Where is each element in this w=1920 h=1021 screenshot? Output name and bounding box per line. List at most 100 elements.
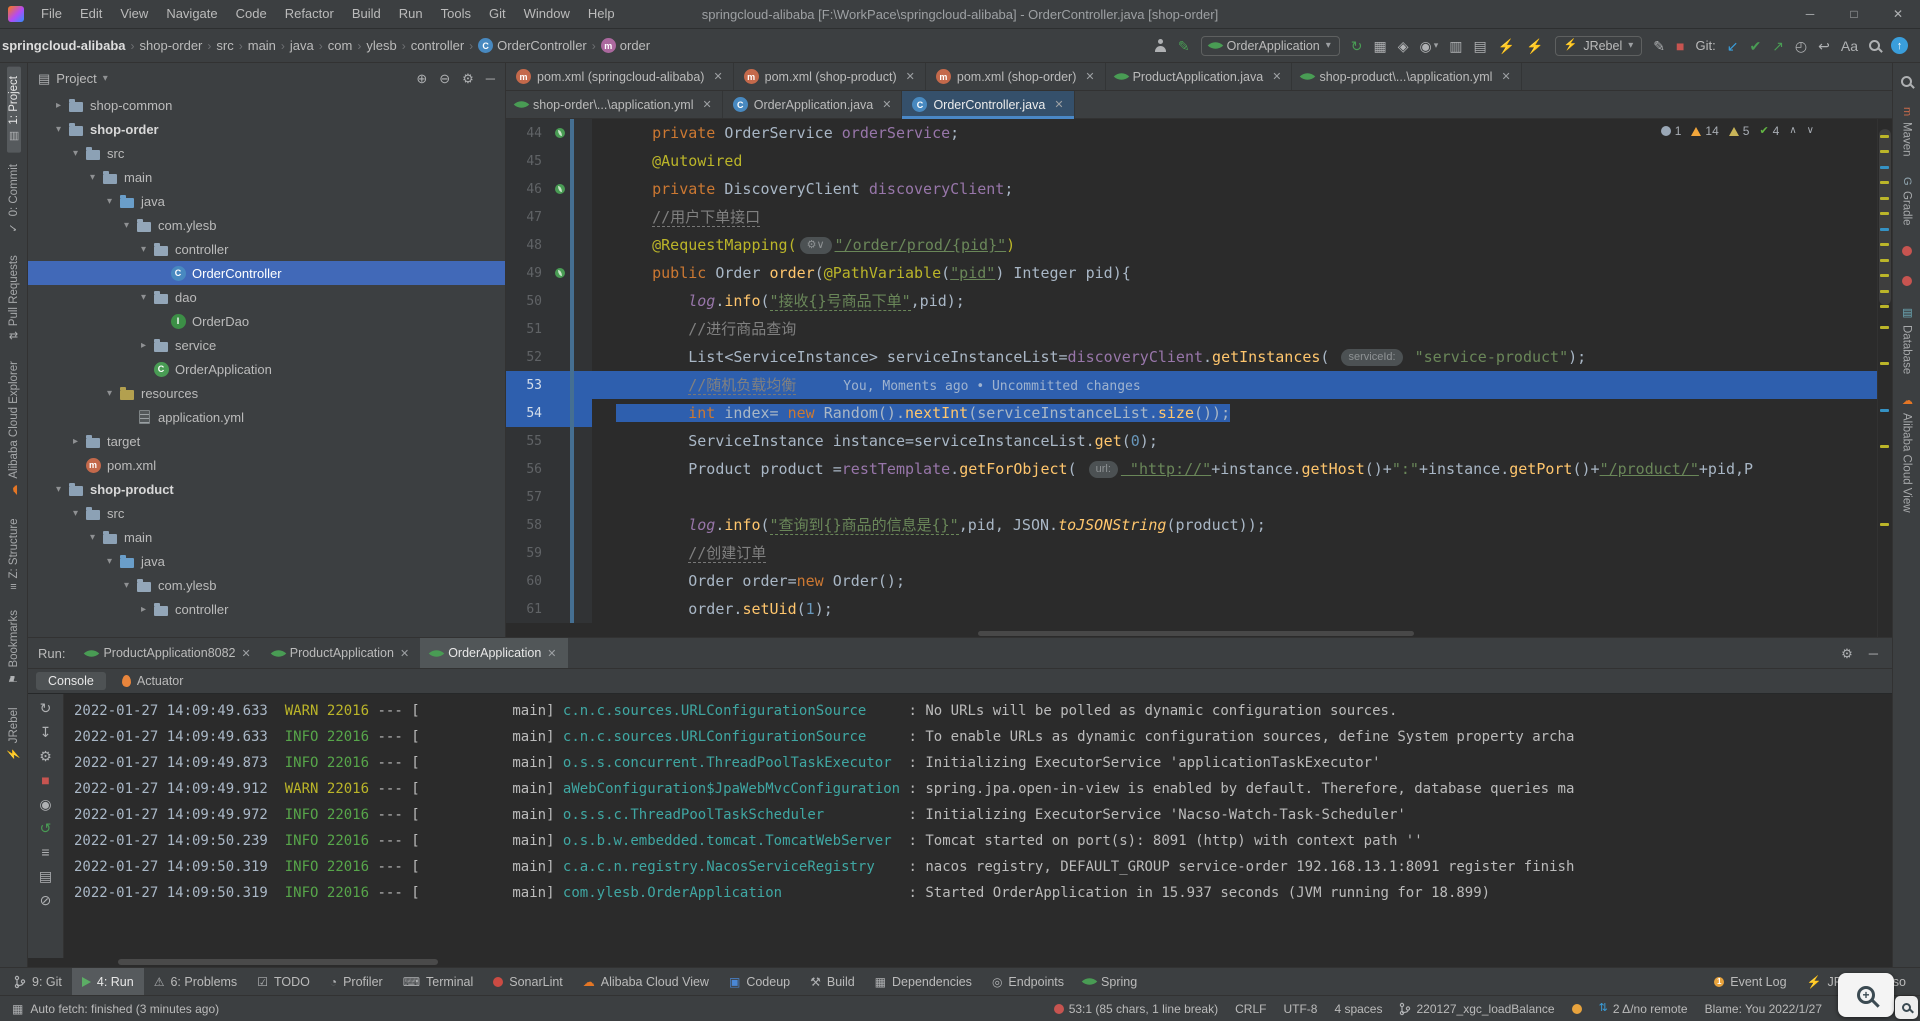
tree-chevron-icon[interactable]: ▸ bbox=[136, 340, 151, 351]
services-icon[interactable]: ▦ bbox=[1374, 39, 1387, 53]
editor-tab-pom.xml-springcloud-alibaba-[interactable]: mpom.xml (springcloud-alibaba)✕ bbox=[506, 63, 734, 90]
status-item-2-no-remote[interactable]: ⇅2 Δ/no remote bbox=[1599, 1002, 1688, 1016]
menu-item-view[interactable]: View bbox=[111, 0, 157, 28]
tree-chevron-icon[interactable]: ▾ bbox=[51, 124, 66, 135]
code-content[interactable]: //创建订单 bbox=[592, 539, 766, 567]
tool-button-pull-requests[interactable]: ⇄Pull Requests bbox=[7, 246, 21, 350]
code-content[interactable]: //随机负载均衡 You, Moments ago • Uncommitted … bbox=[592, 371, 1141, 399]
thread-dump-icon[interactable]: ◉ bbox=[39, 797, 51, 811]
code-content[interactable]: int index= new Random().nextInt(serviceI… bbox=[592, 399, 1230, 427]
code-content[interactable]: private DiscoveryClient discoveryClient; bbox=[592, 175, 1013, 203]
panel-settings-icon[interactable]: ⚙ bbox=[462, 72, 474, 85]
tree-chevron-icon[interactable]: ▸ bbox=[68, 436, 83, 447]
menu-item-file[interactable]: File bbox=[32, 0, 71, 28]
tree-node-shop-order[interactable]: ▾shop-order bbox=[28, 117, 505, 141]
gutter[interactable]: 49 bbox=[506, 259, 592, 287]
stop-process-icon[interactable]: ■ bbox=[1676, 39, 1684, 53]
tool-button-gradle[interactable]: GGradle bbox=[1900, 168, 1914, 235]
tree-chevron-icon[interactable]: ▾ bbox=[85, 532, 100, 543]
console-horizontal-scrollbar[interactable] bbox=[28, 958, 1892, 967]
tree-node-dao[interactable]: ▾dao bbox=[28, 285, 505, 309]
close-tab-icon[interactable]: ✕ bbox=[703, 98, 712, 111]
tree-chevron-icon[interactable]: ▾ bbox=[68, 148, 83, 159]
close-tab-icon[interactable]: ✕ bbox=[242, 647, 251, 660]
hide-run-panel-icon[interactable]: ─ bbox=[1869, 647, 1878, 660]
magnifier-small-button[interactable] bbox=[1895, 996, 1918, 1019]
gutter[interactable]: 54 bbox=[506, 399, 592, 427]
menu-item-tools[interactable]: Tools bbox=[432, 0, 480, 28]
code-content[interactable]: private OrderService orderService; bbox=[592, 119, 959, 147]
tree-node-controller[interactable]: ▸controller bbox=[28, 597, 505, 621]
tool-button-reddot[interactable] bbox=[1901, 237, 1913, 265]
run-tab-productapplication[interactable]: ProductApplication✕ bbox=[262, 638, 420, 668]
run-settings-icon[interactable]: ⚙ bbox=[1841, 647, 1853, 660]
tool-window-button-build[interactable]: ⚒Build bbox=[800, 968, 865, 995]
gutter[interactable]: 46 bbox=[506, 175, 592, 203]
layout-grid-icon[interactable]: ▥ bbox=[1449, 39, 1462, 53]
tree-node-service[interactable]: ▸service bbox=[28, 333, 505, 357]
gutter[interactable]: 48 bbox=[506, 231, 592, 259]
code-editor[interactable]: 44 private OrderService orderService;45 … bbox=[506, 119, 1892, 637]
status-item-blame-you-2022-1-27[interactable]: Blame: You 2022/1/27 bbox=[1705, 1002, 1822, 1016]
tree-chevron-icon[interactable]: ▾ bbox=[85, 172, 100, 183]
tool-button-bookmarks[interactable]: ⚑Bookmarks bbox=[7, 601, 21, 696]
inspection-indicator[interactable]: 1 bbox=[1661, 124, 1682, 138]
close-tab-icon[interactable]: ✕ bbox=[1501, 70, 1510, 83]
tree-chevron-icon[interactable]: ▾ bbox=[102, 388, 117, 399]
project-panel-title[interactable]: Project bbox=[56, 71, 96, 86]
menu-item-code[interactable]: Code bbox=[227, 0, 276, 28]
tool-window-button-event-log[interactable]: 1Event Log bbox=[1704, 968, 1796, 995]
clear-all-icon[interactable]: ⊘ bbox=[40, 893, 52, 907]
editor-tab-productapplication.java[interactable]: ProductApplication.java✕ bbox=[1106, 63, 1293, 90]
jrebel-select[interactable]: ⚡JRebel▾ bbox=[1555, 36, 1643, 56]
tool-button-alibaba-cloud-explorer[interactable]: ☁Alibaba Cloud Explorer bbox=[7, 352, 21, 507]
tree-node-src[interactable]: ▾src bbox=[28, 141, 505, 165]
coverage-icon[interactable]: ◈ bbox=[1398, 39, 1409, 53]
tool-window-button-spring[interactable]: Spring bbox=[1074, 968, 1147, 995]
tool-window-button-terminal[interactable]: ⌨Terminal bbox=[393, 968, 484, 995]
tree-chevron-icon[interactable]: ▾ bbox=[136, 292, 151, 303]
status-item-53-1-85-chars-1-line-break-[interactable]: 53:1 (85 chars, 1 line break) bbox=[1054, 1002, 1218, 1016]
tool-window-button-codeup[interactable]: ▣Codeup bbox=[719, 968, 800, 995]
tool-button-database[interactable]: ▤Database bbox=[1900, 297, 1914, 383]
menu-item-help[interactable]: Help bbox=[579, 0, 624, 28]
close-tab-icon[interactable]: ✕ bbox=[906, 70, 915, 83]
menu-item-edit[interactable]: Edit bbox=[71, 0, 111, 28]
console-output[interactable]: 2022-01-27 14:09:49.633 WARN 22016 --- [… bbox=[64, 694, 1892, 958]
locate-file-icon[interactable]: ⊕ bbox=[416, 72, 427, 85]
inspect-code-icon[interactable]: ✎ bbox=[1178, 39, 1190, 53]
gutter[interactable]: 44 bbox=[506, 119, 592, 147]
code-content[interactable]: //用户下单接口 bbox=[592, 203, 760, 231]
tree-node-orderapplication[interactable]: COrderApplication bbox=[28, 357, 505, 381]
editor-tab-shop-product-...-application.yml[interactable]: shop-product\...\application.yml✕ bbox=[1292, 63, 1521, 90]
breadcrumb-item-java[interactable]: java bbox=[290, 38, 314, 53]
editor-tab-ordercontroller.java[interactable]: COrderController.java✕ bbox=[902, 91, 1074, 118]
tool-window-button-profiler[interactable]: ◔Profiler bbox=[320, 968, 393, 995]
user-icon[interactable] bbox=[1154, 39, 1167, 52]
git-push-icon[interactable]: ↗ bbox=[1772, 39, 1784, 53]
code-content[interactable]: Order order=new Order(); bbox=[592, 567, 905, 595]
view-tab-console[interactable]: Console bbox=[36, 672, 106, 690]
code-content[interactable]: ServiceInstance instance=serviceInstance… bbox=[592, 427, 1158, 455]
tree-node-java[interactable]: ▾java bbox=[28, 189, 505, 213]
inspection-indicator[interactable]: 5 bbox=[1729, 124, 1750, 138]
editor-tab-orderapplication.java[interactable]: COrderApplication.java✕ bbox=[723, 91, 903, 118]
code-content[interactable]: log.info("接收{}号商品下单",pid); bbox=[592, 287, 965, 315]
run-tab-orderapplication[interactable]: OrderApplication✕ bbox=[420, 638, 567, 668]
close-tab-icon[interactable]: ✕ bbox=[713, 70, 722, 83]
print-icon[interactable]: ▤ bbox=[39, 869, 52, 883]
view-tab-actuator[interactable]: Actuator bbox=[110, 672, 196, 690]
tool-window-button-sonarlint[interactable]: SonarLint bbox=[483, 968, 573, 995]
gutter[interactable]: 56 bbox=[506, 455, 592, 483]
tool-window-button-9-git[interactable]: 9: Git bbox=[4, 968, 72, 995]
scroll-to-end-icon[interactable]: ↧ bbox=[40, 725, 52, 739]
breadcrumb-item-main[interactable]: main bbox=[248, 38, 276, 53]
tree-node-target[interactable]: ▸target bbox=[28, 429, 505, 453]
tool-button-z-structure[interactable]: ≡Z: Structure bbox=[7, 509, 21, 600]
tool-button-jrebel[interactable]: ⚡JRebel bbox=[7, 698, 21, 771]
tree-node-main[interactable]: ▾main bbox=[28, 525, 505, 549]
editor-vertical-scrollbar[interactable] bbox=[1879, 129, 1891, 305]
tool-window-button-6-problems[interactable]: ⚠6: Problems bbox=[144, 968, 247, 995]
git-update-icon[interactable]: ↙ bbox=[1727, 39, 1739, 53]
code-content[interactable]: @RequestMapping(⚙∨"/order/prod/{pid}") bbox=[592, 231, 1015, 259]
